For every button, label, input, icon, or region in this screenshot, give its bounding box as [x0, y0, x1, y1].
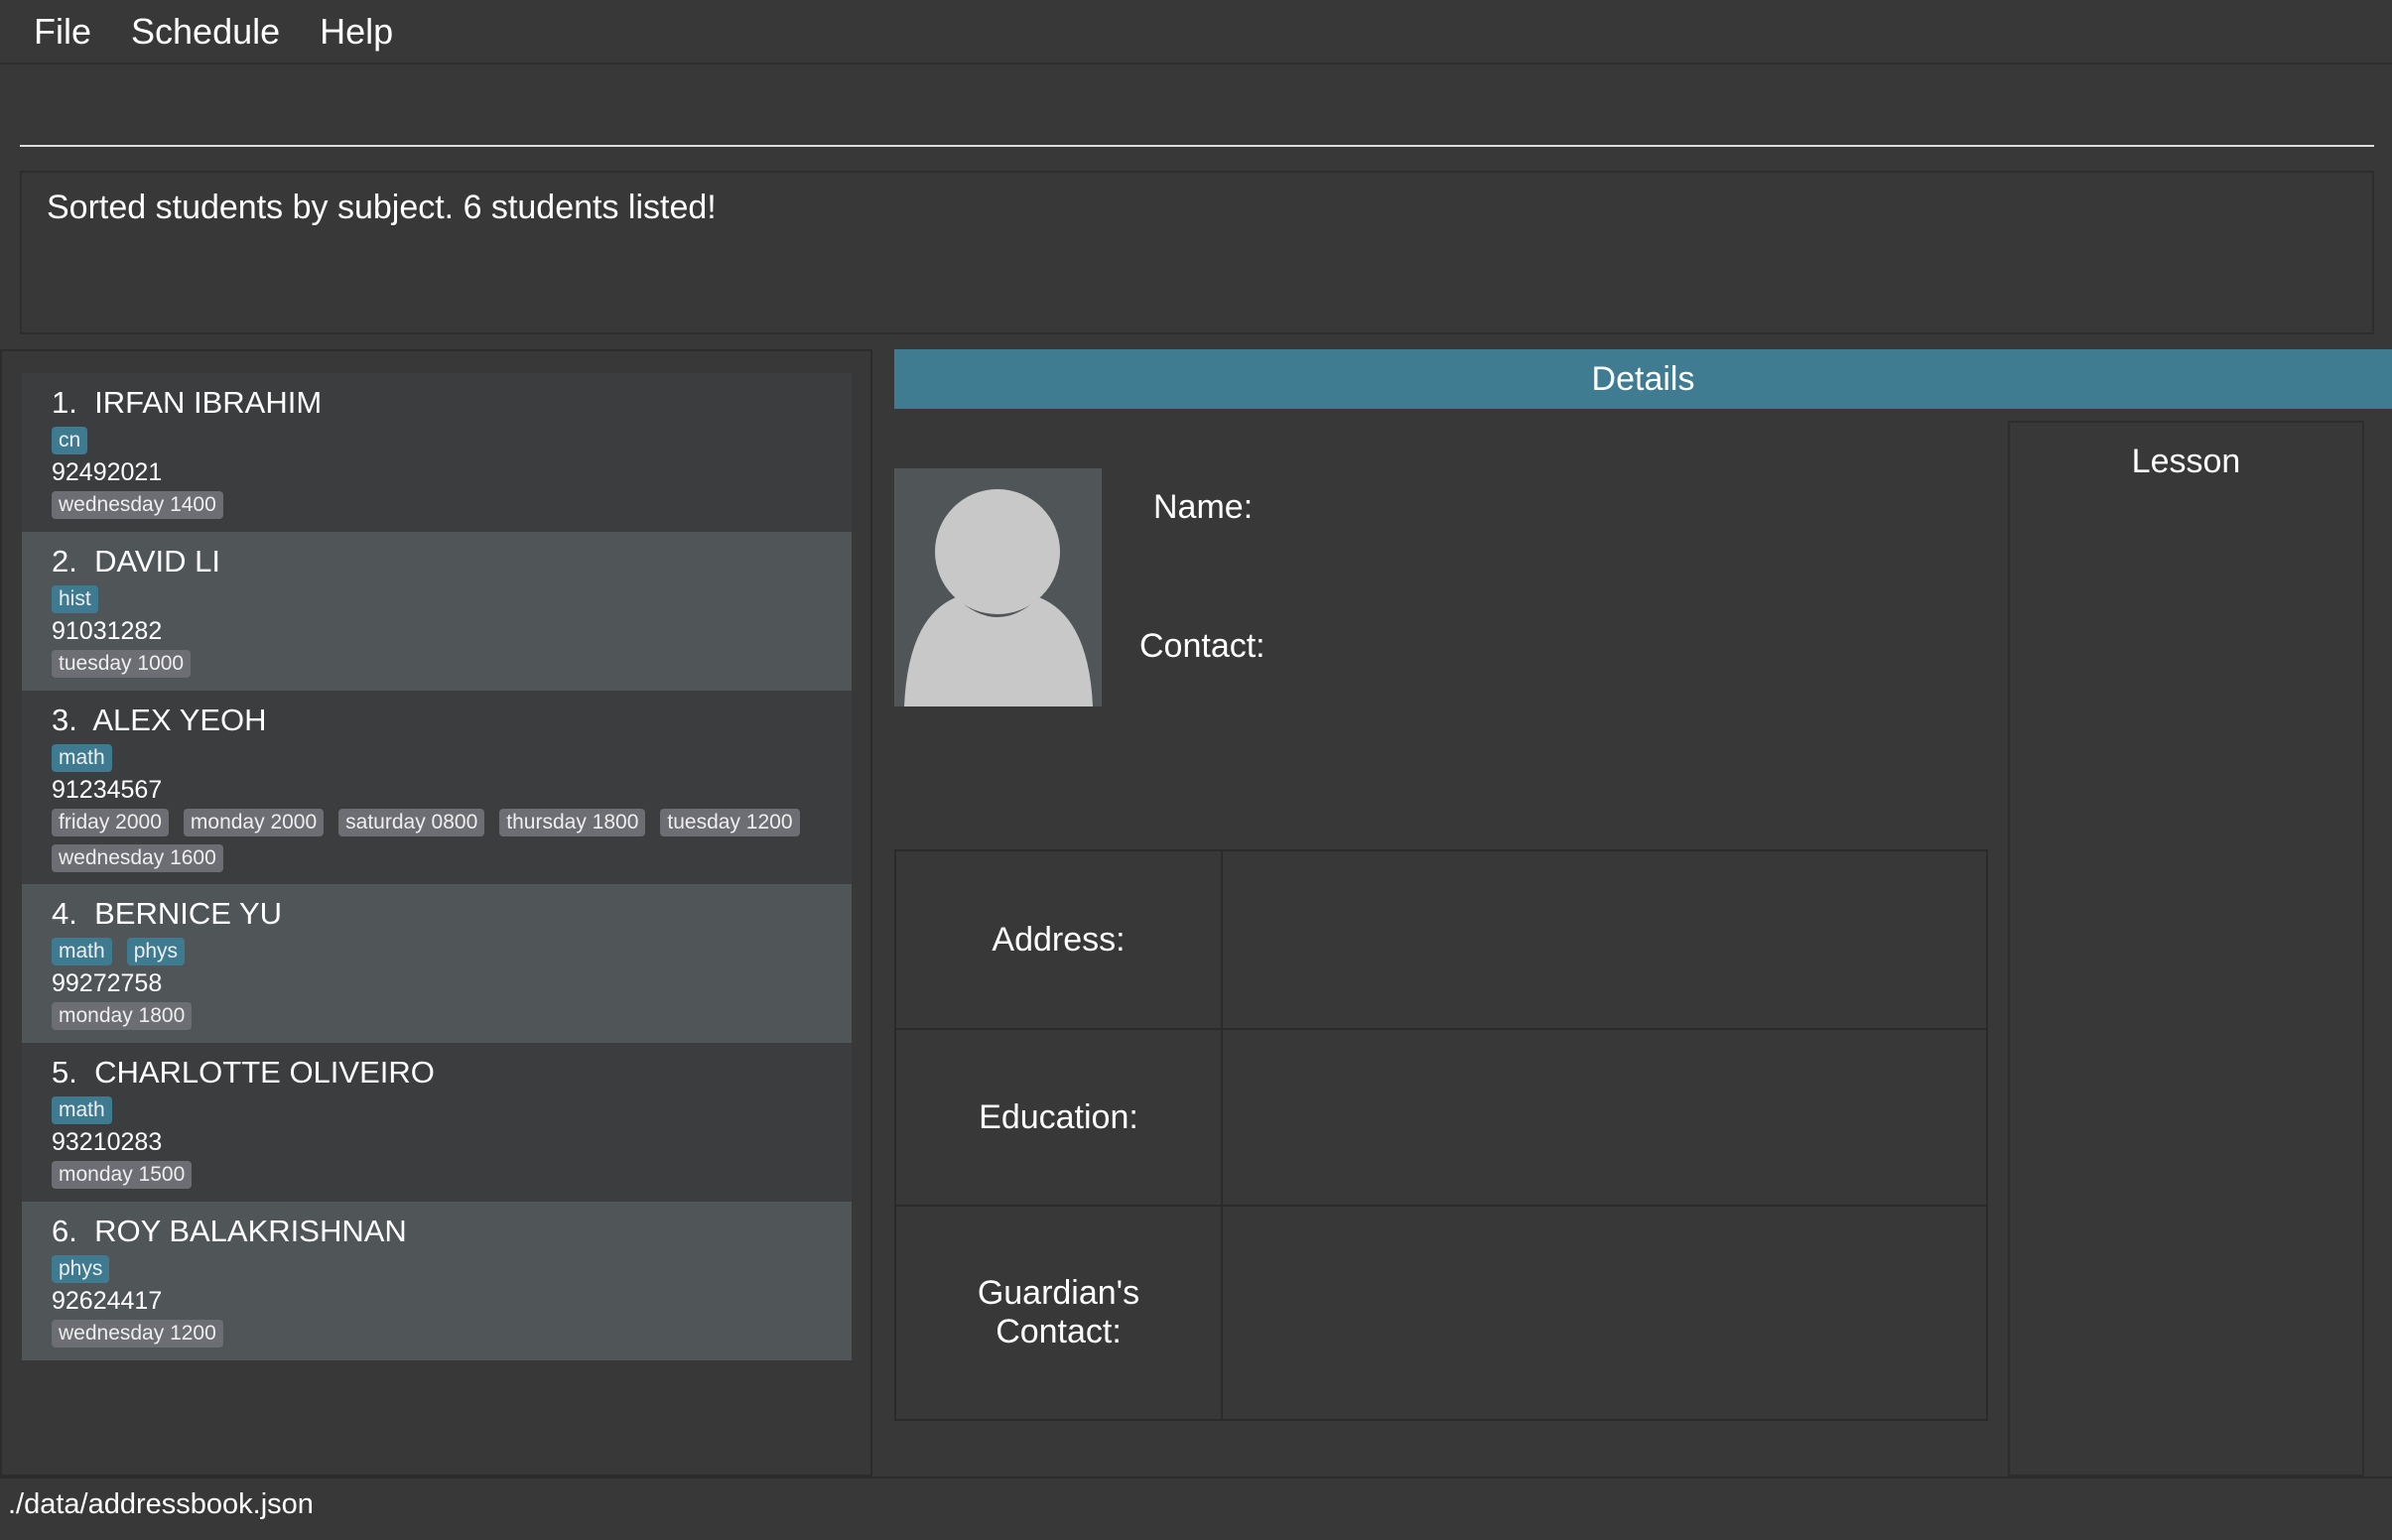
student-name: 1. IRFAN IBRAHIM: [52, 385, 323, 420]
name-label: Name:: [1153, 488, 1254, 526]
lesson-tag: wednesday 1600: [52, 844, 223, 872]
student-phone: 91031282: [52, 617, 163, 645]
details-table: Address: Education: Guardian's Contact:: [894, 849, 1988, 1421]
student-phone: 92492021: [52, 458, 163, 486]
lesson-panel: Lesson: [2008, 421, 2364, 1476]
student-phone: 99272758: [52, 969, 163, 997]
guardian-row: Guardian's Contact:: [896, 1207, 1986, 1419]
lesson-tags: friday 2000 monday 2000 saturday 0800 thurs…: [52, 809, 822, 872]
student-name: 6. ROY BALAKRISHNAN: [52, 1214, 407, 1248]
subject-tag: cn: [52, 427, 88, 454]
guardian-label: Guardian's Contact:: [896, 1207, 1223, 1419]
lesson-tag: monday 2000: [183, 809, 325, 836]
student-name: 2. DAVID LI: [52, 544, 220, 578]
menu-file[interactable]: File: [34, 11, 91, 53]
lesson-tags: tuesday 1000: [52, 650, 822, 678]
subject-tag: phys: [126, 938, 186, 965]
command-input[interactable]: [20, 67, 2374, 147]
lesson-tag: thursday 1800: [499, 809, 646, 836]
subject-tag: math: [52, 1096, 112, 1124]
student-card[interactable]: 6. ROY BALAKRISHNAN phys 92624417 wednesday…: [22, 1202, 852, 1360]
lesson-tag: tuesday 1000: [52, 650, 192, 678]
education-label: Education:: [896, 1030, 1223, 1205]
lesson-tag: tuesday 1200: [660, 809, 800, 836]
lesson-tag: monday 1800: [52, 1002, 193, 1030]
student-card[interactable]: 4. BERNICE YU math phys 99272758 monday 1800: [22, 884, 852, 1043]
subject-tags: math: [52, 744, 822, 772]
menu-help[interactable]: Help: [320, 11, 393, 53]
student-card[interactable]: 3. ALEX YEOH math 91234567 friday 2000 monda…: [22, 691, 852, 884]
address-row: Address:: [896, 851, 1986, 1030]
lesson-tags: wednesday 1400: [52, 491, 822, 519]
result-display: Sorted students by subject. 6 students l…: [20, 171, 2374, 334]
lesson-tag: wednesday 1400: [52, 491, 223, 519]
subject-tags: phys: [52, 1255, 822, 1283]
lesson-tags: wednesday 1200: [52, 1320, 822, 1348]
student-card[interactable]: 2. DAVID LI hist 91031282 tuesday 1000: [22, 532, 852, 691]
details-header: Details: [894, 349, 2392, 409]
address-label: Address:: [896, 851, 1223, 1028]
lesson-tags: monday 1500: [52, 1161, 822, 1189]
menu-schedule[interactable]: Schedule: [131, 11, 280, 53]
menu-bar: File Schedule Help: [0, 0, 2392, 64]
subject-tag: math: [52, 744, 112, 772]
subject-tags: cn: [52, 427, 822, 454]
student-card[interactable]: 1. IRFAN IBRAHIM cn 92492021 wednesday 1400: [22, 373, 852, 532]
subject-tags: math phys: [52, 938, 822, 965]
student-card[interactable]: 5. CHARLOTTE OLIVEIRO math 93210283 monday …: [22, 1043, 852, 1202]
subject-tag: phys: [52, 1255, 110, 1283]
student-name: 4. BERNICE YU: [52, 896, 283, 931]
person-silhouette-icon: [894, 468, 1102, 706]
student-list[interactable]: 1. IRFAN IBRAHIM cn 92492021 wednesday 1400…: [0, 349, 872, 1476]
subject-tags: math: [52, 1096, 822, 1124]
student-name: 5. CHARLOTTE OLIVEIRO: [52, 1055, 435, 1090]
student-phone: 92624417: [52, 1287, 163, 1315]
status-bar: ./data/addressbook.json: [0, 1476, 2392, 1540]
subject-tags: hist: [52, 585, 822, 613]
lesson-tags: monday 1800: [52, 1002, 822, 1030]
lesson-tag: monday 1500: [52, 1161, 193, 1189]
student-name: 3. ALEX YEOH: [52, 703, 267, 737]
lesson-tag: saturday 0800: [338, 809, 485, 836]
lesson-tag: wednesday 1200: [52, 1320, 223, 1348]
student-phone: 93210283: [52, 1128, 163, 1156]
lesson-title: Lesson: [2131, 443, 2241, 480]
subject-tag: math: [52, 938, 112, 965]
contact-label: Contact:: [1139, 627, 1265, 665]
student-phone: 91234567: [52, 776, 163, 804]
education-row: Education:: [896, 1030, 1986, 1207]
lesson-tag: friday 2000: [52, 809, 169, 836]
subject-tag: hist: [52, 585, 98, 613]
